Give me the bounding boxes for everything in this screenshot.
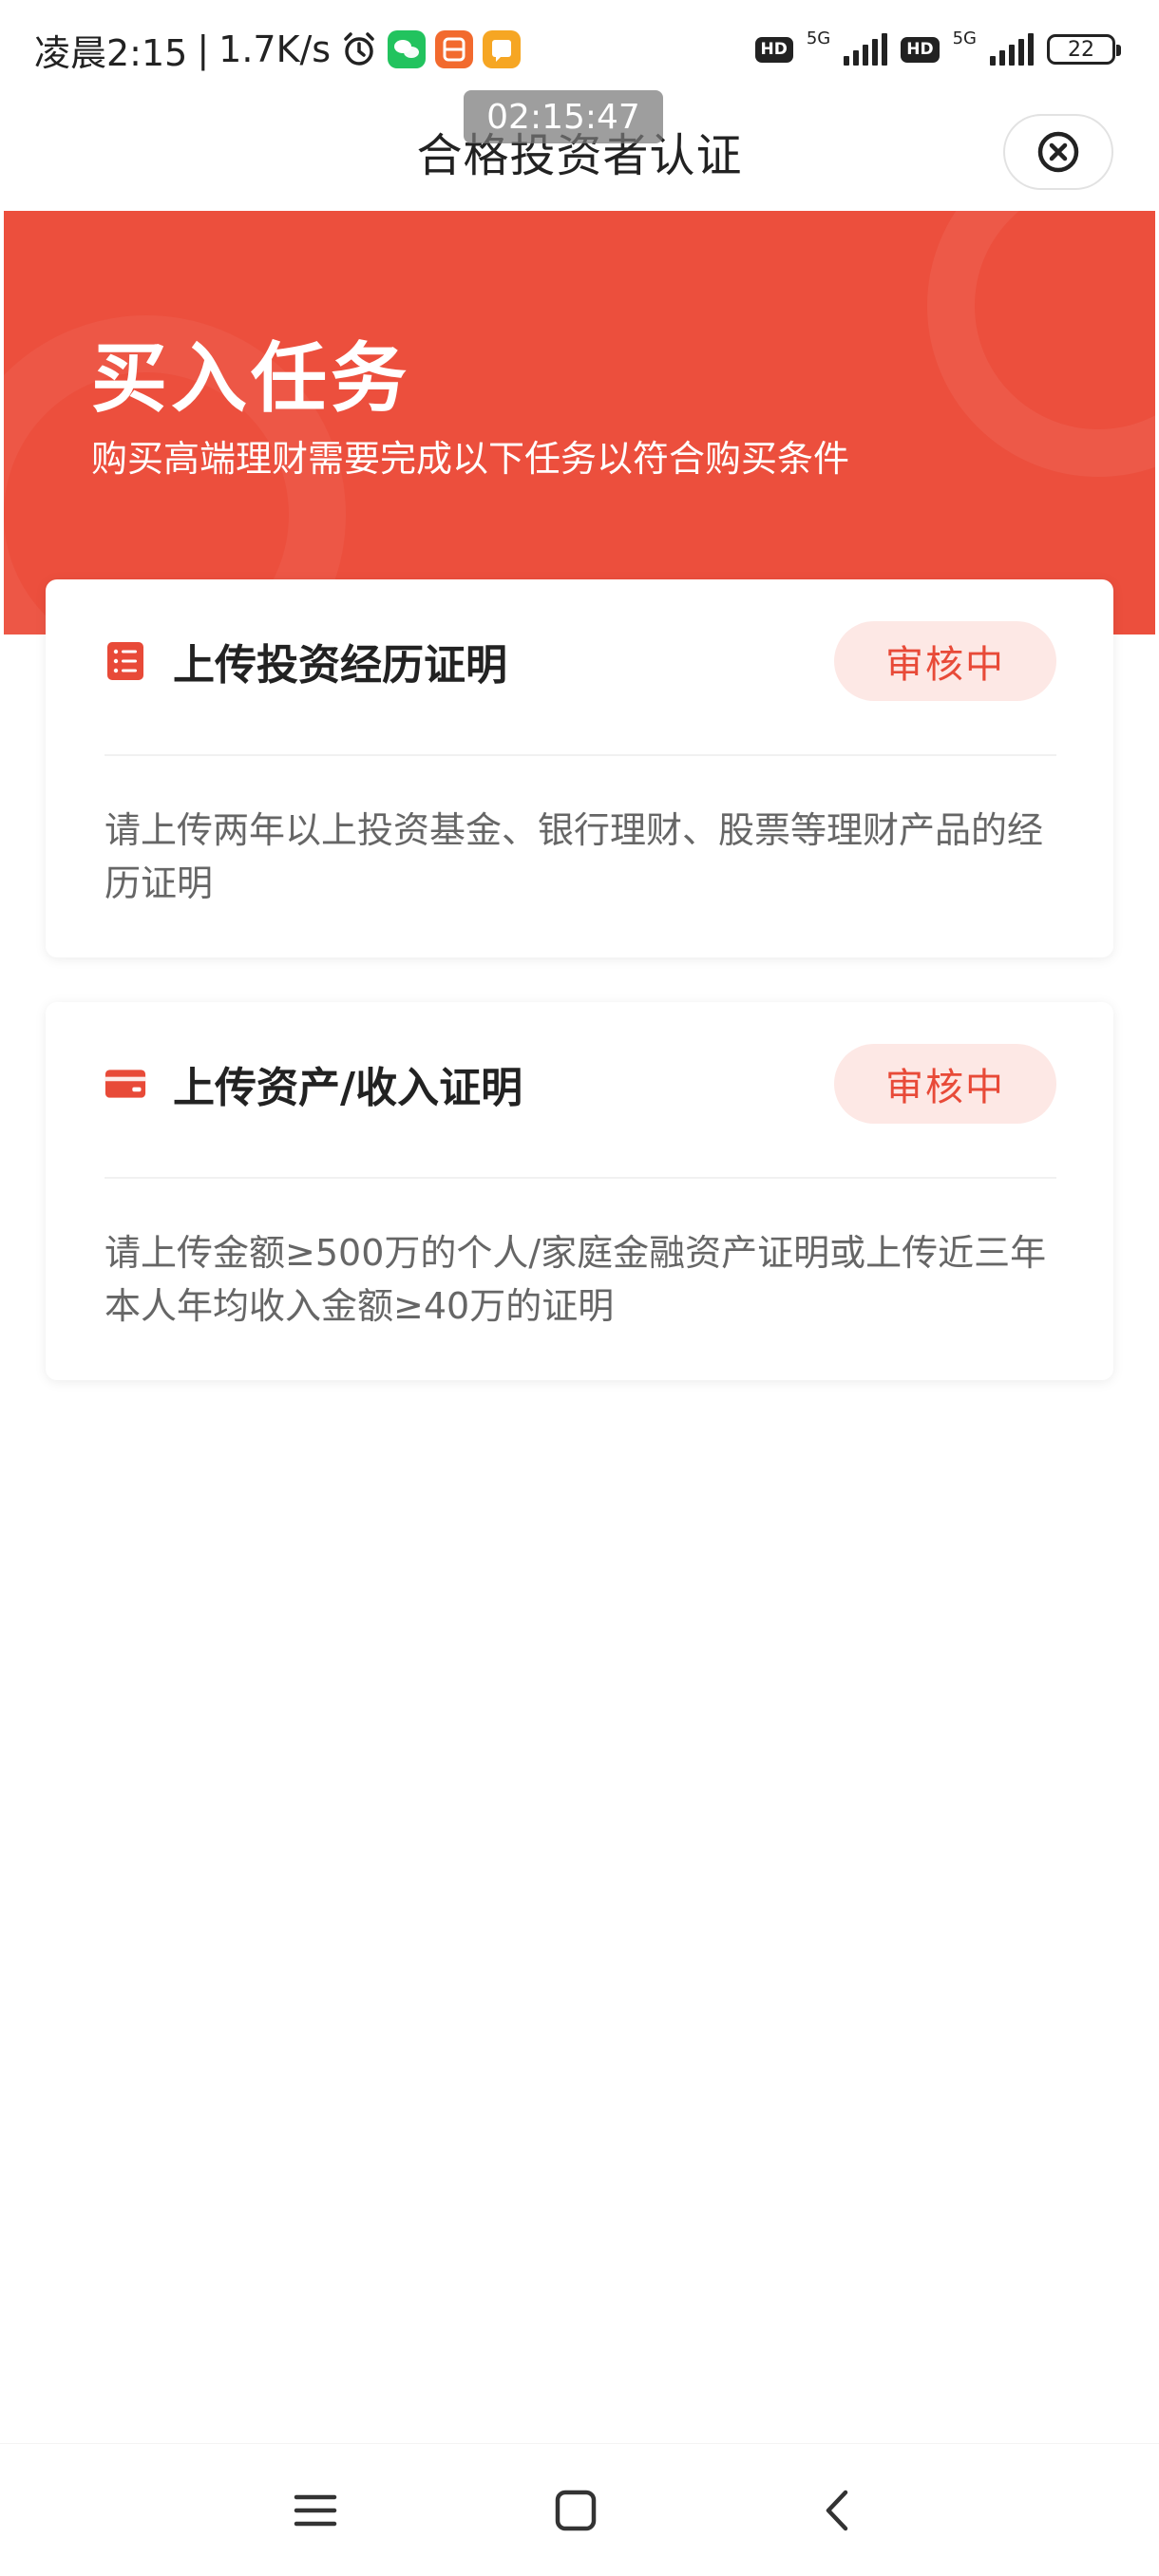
divider <box>104 754 1056 756</box>
menu-button[interactable] <box>287 2482 344 2539</box>
status-badge: 审核中 <box>834 1044 1056 1124</box>
home-icon <box>552 2487 599 2534</box>
banner-title: 买入任务 <box>91 334 410 423</box>
task-title: 上传资产/收入证明 <box>173 1064 523 1112</box>
banner-decoration <box>927 211 1155 477</box>
task-description: 请上传金额≥500万的个人/家庭金融资产证明或上传近三年本人年均收入金额≥40万… <box>104 1232 1047 1327</box>
alarm-icon <box>340 30 378 68</box>
nav-bar: 合格投资者认证 02:15:47 <box>0 90 1159 211</box>
task-card-header: 上传资产/收入证明 审核中 <box>104 1044 1056 1124</box>
hd-icon: HD <box>901 36 940 63</box>
system-navigation-bar <box>0 2443 1159 2576</box>
status-net-speed: 1.7K/s <box>218 28 332 70</box>
hd-icon: HD <box>754 36 793 63</box>
battery-icon: 22 <box>1047 34 1121 65</box>
network-type-label: 5G <box>952 28 977 48</box>
banner-subtitle: 购买高端理财需要完成以下任务以符合购买条件 <box>91 438 850 480</box>
battery-level: 22 <box>1068 37 1094 62</box>
status-separator: | <box>197 28 210 70</box>
status-time: 凌晨2:15 <box>34 31 188 74</box>
home-button[interactable] <box>547 2482 604 2539</box>
orange-app-icon <box>435 30 474 68</box>
task-card-header: 上传投资经历证明 审核中 <box>104 621 1056 701</box>
task-card-investment-experience[interactable]: 上传投资经历证明 审核中 请上传两年以上投资基金、银行理财、股票等理财产品的经历… <box>46 579 1113 957</box>
divider <box>104 1177 1056 1179</box>
menu-icon <box>292 2487 339 2534</box>
task-title: 上传投资经历证明 <box>173 641 507 690</box>
signal-icon <box>844 33 888 66</box>
back-icon <box>814 2487 862 2534</box>
status-badge: 审核中 <box>834 621 1056 701</box>
signal-icon <box>990 33 1034 66</box>
close-circle-icon <box>1036 129 1081 175</box>
screen: 凌晨2:15 | 1.7K/s HD 5G HD 5G 22 合格投资者认证 0… <box>0 0 1159 2576</box>
back-button[interactable] <box>809 2482 866 2539</box>
network-type-label: 5G <box>806 28 831 48</box>
status-left: 凌晨2:15 | 1.7K/s <box>34 25 522 74</box>
status-right: HD 5G HD 5G 22 <box>754 25 1121 74</box>
task-description: 请上传两年以上投资基金、银行理财、股票等理财产品的经历证明 <box>104 809 1044 904</box>
status-bar: 凌晨2:15 | 1.7K/s HD 5G HD 5G 22 <box>0 0 1159 99</box>
card-icon <box>104 1063 146 1105</box>
task-card-asset-income[interactable]: 上传资产/收入证明 审核中 请上传金额≥500万的个人/家庭金融资产证明或上传近… <box>46 1002 1113 1380</box>
document-list-icon <box>104 640 146 682</box>
yellow-app-icon <box>483 30 522 68</box>
wechat-icon <box>388 30 427 68</box>
task-banner: 买入任务 购买高端理财需要完成以下任务以符合购买条件 <box>4 211 1155 635</box>
close-button[interactable] <box>1003 114 1113 190</box>
screen-record-timer: 02:15:47 <box>464 90 663 143</box>
